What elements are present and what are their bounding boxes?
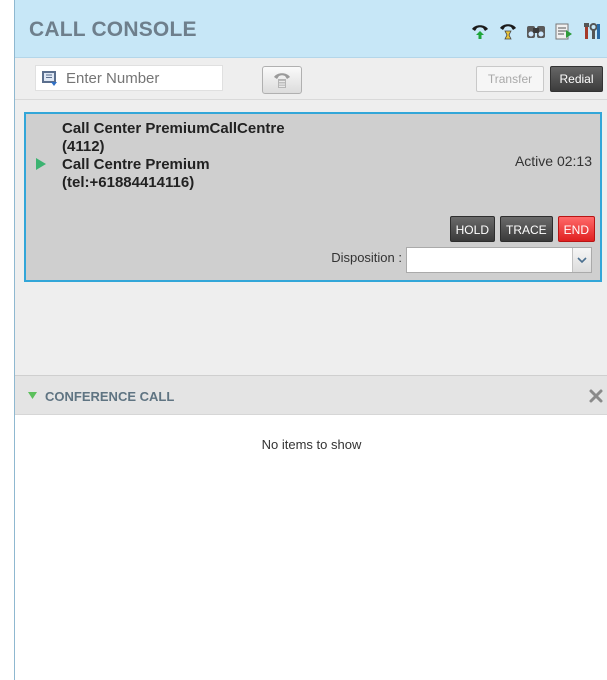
dropdown-arrow[interactable]	[572, 248, 591, 272]
directory-icon[interactable]	[526, 21, 546, 41]
active-call-card[interactable]: Call Center PremiumCallCentre (4112) Cal…	[24, 112, 602, 282]
hold-button[interactable]: HOLD	[449, 216, 495, 242]
transfer-button[interactable]: Transfer	[476, 66, 544, 92]
close-icon[interactable]	[588, 388, 604, 404]
panel-title: CALL CONSOLE	[29, 18, 197, 41]
end-call-button[interactable]: END	[557, 216, 595, 242]
dialpad-icon	[274, 73, 290, 88]
enter-number-field[interactable]	[35, 65, 223, 91]
header-toolbar	[462, 20, 602, 42]
conference-call-header[interactable]: CONFERENCE CALL	[15, 375, 607, 415]
call-log-icon[interactable]	[554, 21, 574, 41]
caller-group: Call Centre Premium	[62, 156, 210, 173]
disposition-label: Disposition :	[331, 250, 402, 265]
call-status: Active 02:13	[514, 153, 592, 169]
conference-call-title: CONFERENCE CALL	[45, 389, 175, 404]
play-icon	[36, 158, 46, 170]
settings-icon[interactable]	[582, 21, 602, 41]
phonebook-icon[interactable]	[41, 70, 59, 87]
dial-toolbar: Transfer Redial	[15, 58, 607, 100]
call-actions: HOLD TRACE END	[445, 216, 595, 242]
conference-call-list: No items to show	[15, 415, 607, 680]
collapse-triangle-icon[interactable]	[28, 392, 37, 399]
caller-info: Call Center PremiumCallCentre (4112) Cal…	[62, 120, 392, 192]
hold-phone-icon[interactable]	[498, 21, 518, 41]
dialpad-button[interactable]	[262, 66, 302, 94]
answer-call-icon[interactable]	[470, 21, 490, 41]
number-input[interactable]	[66, 66, 216, 90]
caller-extension: (4112)	[62, 138, 105, 155]
call-console-panel: CALL CONSOLE Enter Number Transfer Redia…	[14, 0, 607, 680]
disposition-select[interactable]	[406, 247, 592, 273]
caller-name: Call Center PremiumCallCentre	[62, 120, 285, 137]
title-bar: CALL CONSOLE	[15, 0, 607, 58]
caller-number: (tel:+61884414116)	[62, 174, 195, 191]
chevron-down-icon	[577, 257, 587, 264]
trace-button[interactable]: TRACE	[499, 216, 553, 242]
redial-button[interactable]: Redial	[550, 66, 603, 92]
empty-list-message: No items to show	[261, 437, 362, 452]
